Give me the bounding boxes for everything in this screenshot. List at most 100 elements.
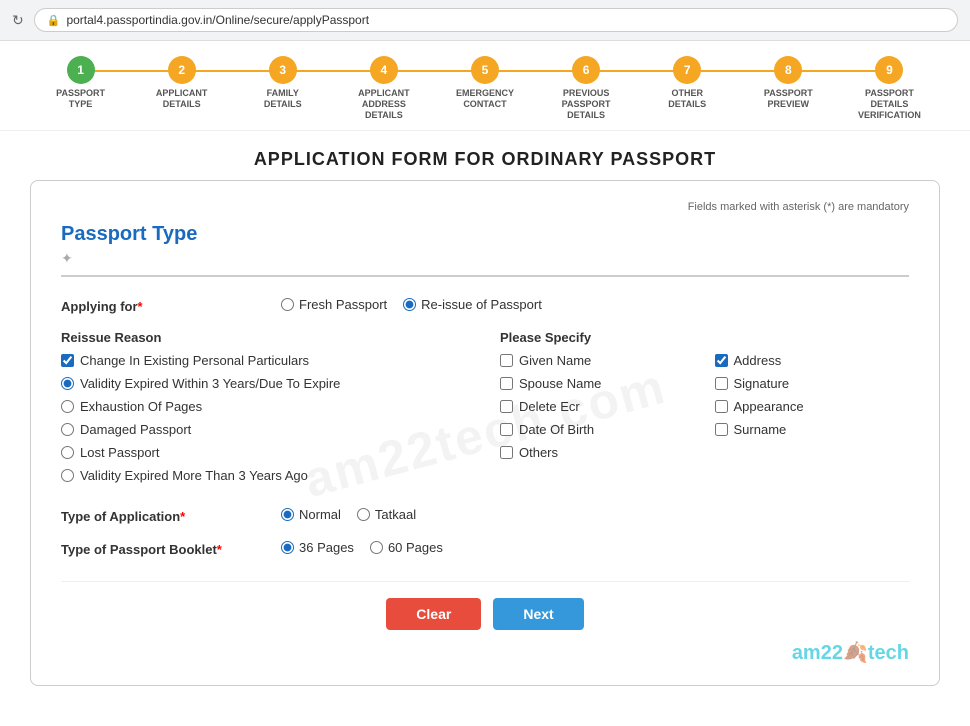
specify-given-name[interactable]: Given Name (500, 353, 695, 368)
please-specify-col: Please Specify Given Name Spouse Name (500, 330, 909, 491)
step-1[interactable]: 1 PASSPORT TYPE (30, 56, 131, 110)
step-9[interactable]: 9 PASSPORT DETAILS VERIFICATION (839, 56, 940, 120)
reissue-radio-5[interactable] (61, 446, 74, 459)
step-circle-5: 5 (471, 56, 499, 84)
reissue-option-6[interactable]: Validity Expired More Than 3 Years Ago (61, 468, 470, 483)
specify-spouse-name[interactable]: Spouse Name (500, 376, 695, 391)
progress-bar: 1 PASSPORT TYPE 2 APPLICANT DETAILS 3 FA… (0, 41, 970, 131)
step-circle-6: 6 (572, 56, 600, 84)
step-6[interactable]: 6 PREVIOUS PASSPORT DETAILS (536, 56, 637, 120)
section-title: Passport Type (61, 223, 909, 246)
type-of-booklet-label: Type of Passport Booklet* (61, 540, 281, 557)
refresh-icon[interactable]: ↻ (12, 12, 24, 29)
step-circle-9: 9 (875, 56, 903, 84)
form-container: am22tech.com Fields marked with asterisk… (30, 180, 940, 686)
specify-others[interactable]: Others (500, 445, 695, 460)
step-7[interactable]: 7 OTHER DETAILS (637, 56, 738, 110)
step-8[interactable]: 8 PASSPORT PREVIEW (738, 56, 839, 110)
reissue-radio-3[interactable] (61, 400, 74, 413)
step-label-7: OTHER DETAILS (652, 88, 722, 110)
specify-given-name-checkbox[interactable] (500, 354, 513, 367)
reissue-radio-2[interactable] (61, 377, 74, 390)
step-2[interactable]: 2 APPLICANT DETAILS (131, 56, 232, 110)
specify-col-1: Given Name Spouse Name Delete Ecr (500, 353, 695, 468)
specify-delete-ecr-checkbox[interactable] (500, 400, 513, 413)
address-bar: 🔒 portal4.passportindia.gov.in/Online/se… (34, 8, 958, 32)
type-of-application-controls: Normal Tatkaal (281, 507, 909, 522)
specify-spouse-name-checkbox[interactable] (500, 377, 513, 390)
specify-col-2: Address Signature Appearance (715, 353, 910, 468)
lock-icon: 🔒 (47, 14, 61, 27)
step-label-8: PASSPORT PREVIEW (753, 88, 823, 110)
specify-others-checkbox[interactable] (500, 446, 513, 459)
specify-date-of-birth[interactable]: Date Of Birth (500, 422, 695, 437)
url-text: portal4.passportindia.gov.in/Online/secu… (66, 13, 369, 27)
reissue-radio-6[interactable] (61, 469, 74, 482)
step-circle-3: 3 (269, 56, 297, 84)
tatkaal-option[interactable]: Tatkaal (357, 507, 416, 522)
36-pages-option[interactable]: 36 Pages (281, 540, 354, 555)
specify-delete-ecr[interactable]: Delete Ecr (500, 399, 695, 414)
specify-columns: Given Name Spouse Name Delete Ecr (500, 353, 909, 468)
clear-button[interactable]: Clear (386, 598, 481, 630)
reissue-passport-option[interactable]: Re-issue of Passport (403, 297, 542, 312)
specify-address-checkbox[interactable] (715, 354, 728, 367)
normal-option[interactable]: Normal (281, 507, 341, 522)
applying-for-controls: Fresh Passport Re-issue of Passport (281, 297, 909, 312)
main-content: 1 PASSPORT TYPE 2 APPLICANT DETAILS 3 FA… (0, 41, 970, 726)
reissue-radio-4[interactable] (61, 423, 74, 436)
step-5[interactable]: 5 EMERGENCY CONTACT (434, 56, 535, 110)
type-of-booklet-row: Type of Passport Booklet* 36 Pages 60 Pa… (61, 540, 909, 557)
booklet-type-radio-group: 36 Pages 60 Pages (281, 540, 909, 555)
button-row: Clear Next (61, 581, 909, 630)
type-of-application-label: Type of Application* (61, 507, 281, 524)
next-button[interactable]: Next (493, 598, 583, 630)
step-label-9: PASSPORT DETAILS VERIFICATION (854, 88, 924, 120)
step-label-2: APPLICANT DETAILS (147, 88, 217, 110)
step-label-1: PASSPORT TYPE (46, 88, 116, 110)
reissue-option-1[interactable]: Change In Existing Personal Particulars (61, 353, 470, 368)
60-pages-radio[interactable] (370, 541, 383, 554)
step-circle-2: 2 (168, 56, 196, 84)
step-circle-4: 4 (370, 56, 398, 84)
reissue-section: Reissue Reason Change In Existing Person… (61, 330, 909, 491)
application-type-radio-group: Normal Tatkaal (281, 507, 909, 522)
step-circle-7: 7 (673, 56, 701, 84)
specify-dob-checkbox[interactable] (500, 423, 513, 436)
type-of-booklet-controls: 36 Pages 60 Pages (281, 540, 909, 555)
reissue-option-2[interactable]: Validity Expired Within 3 Years/Due To E… (61, 376, 470, 391)
step-3[interactable]: 3 FAMILY DETAILS (232, 56, 333, 110)
specify-surname-checkbox[interactable] (715, 423, 728, 436)
specify-surname[interactable]: Surname (715, 422, 910, 437)
60-pages-option[interactable]: 60 Pages (370, 540, 443, 555)
section-divider (61, 275, 909, 277)
please-specify-header: Please Specify (500, 330, 909, 345)
fresh-passport-option[interactable]: Fresh Passport (281, 297, 387, 312)
type-of-application-row: Type of Application* Normal Tatkaal (61, 507, 909, 524)
specify-appearance-checkbox[interactable] (715, 400, 728, 413)
reissue-passport-radio[interactable] (403, 298, 416, 311)
step-circle-1: 1 (67, 56, 95, 84)
36-pages-radio[interactable] (281, 541, 294, 554)
reissue-option-3[interactable]: Exhaustion Of Pages (61, 399, 470, 414)
specify-signature-checkbox[interactable] (715, 377, 728, 390)
step-4[interactable]: 4 APPLICANT ADDRESS DETAILS (333, 56, 434, 120)
reissue-reason-col: Reissue Reason Change In Existing Person… (61, 330, 470, 491)
step-label-4: APPLICANT ADDRESS DETAILS (349, 88, 419, 120)
reissue-reason-header: Reissue Reason (61, 330, 470, 345)
mandatory-note: Fields marked with asterisk (*) are mand… (61, 201, 909, 213)
brand-heart: 🍂 (843, 642, 868, 664)
compass-icon: ✦ (61, 250, 909, 267)
page-title: APPLICATION FORM FOR ORDINARY PASSPORT (0, 131, 970, 180)
specify-signature[interactable]: Signature (715, 376, 910, 391)
specify-appearance[interactable]: Appearance (715, 399, 910, 414)
reissue-option-5[interactable]: Lost Passport (61, 445, 470, 460)
tatkaal-radio[interactable] (357, 508, 370, 521)
reissue-option-4[interactable]: Damaged Passport (61, 422, 470, 437)
step-circle-8: 8 (774, 56, 802, 84)
normal-radio[interactable] (281, 508, 294, 521)
fresh-passport-radio[interactable] (281, 298, 294, 311)
specify-address[interactable]: Address (715, 353, 910, 368)
reissue-checkbox-1[interactable] (61, 354, 74, 367)
step-label-6: PREVIOUS PASSPORT DETAILS (551, 88, 621, 120)
